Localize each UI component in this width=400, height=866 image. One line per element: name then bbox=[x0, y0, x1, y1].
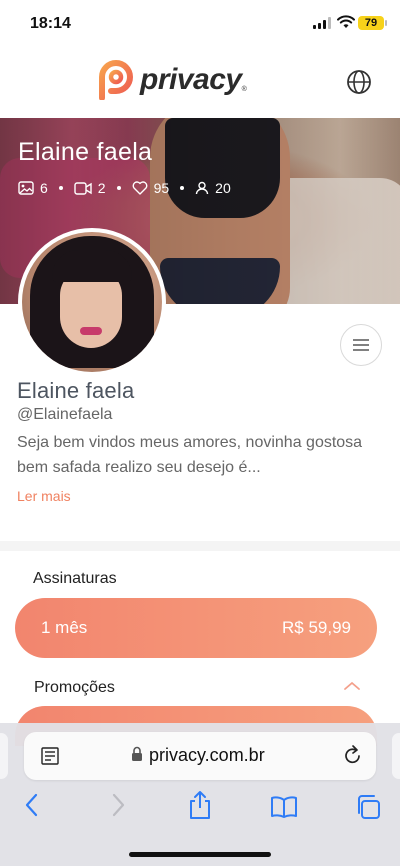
bookmarks-icon[interactable] bbox=[270, 795, 298, 819]
cellular-signal-icon bbox=[313, 17, 331, 29]
forward-icon[interactable] bbox=[108, 792, 128, 818]
stat-photos-count: 6 bbox=[40, 180, 48, 196]
battery-indicator: 79 bbox=[358, 16, 384, 30]
wifi-icon bbox=[337, 15, 355, 28]
back-icon[interactable] bbox=[22, 792, 42, 818]
profile-stats: 6 2 95 20 bbox=[18, 180, 231, 196]
stat-likes: 95 bbox=[132, 180, 170, 196]
home-indicator bbox=[129, 852, 271, 857]
hamburger-menu-icon bbox=[353, 339, 369, 351]
profile-handle: @Elainefaela bbox=[17, 406, 113, 423]
privacy-logo[interactable]: privacy ® bbox=[98, 60, 247, 100]
stat-photos: 6 bbox=[18, 180, 48, 196]
stat-videos: 2 bbox=[74, 180, 106, 196]
stat-videos-count: 2 bbox=[97, 180, 106, 196]
section-divider bbox=[0, 541, 400, 551]
avatar-lips bbox=[80, 327, 102, 335]
previous-tab-peek[interactable] bbox=[0, 733, 8, 779]
stat-separator bbox=[58, 186, 63, 190]
cover-name: Elaine faela bbox=[18, 138, 153, 166]
plan-price: R$ 59,99 bbox=[282, 618, 351, 637]
stat-separator bbox=[180, 186, 185, 190]
next-tab-peek[interactable] bbox=[392, 733, 400, 779]
stat-subscribers: 20 bbox=[195, 180, 231, 196]
stat-likes-count: 95 bbox=[153, 180, 170, 196]
reload-icon[interactable] bbox=[343, 744, 363, 766]
status-bar: 18:14 79 bbox=[0, 0, 400, 48]
tabs-icon[interactable] bbox=[355, 794, 381, 820]
subscription-plan-button[interactable]: 1 mês R$ 59,99 bbox=[15, 598, 377, 658]
stat-subscribers-count: 20 bbox=[215, 180, 231, 196]
lock-icon bbox=[132, 746, 142, 761]
chevron-up-icon[interactable] bbox=[343, 680, 361, 692]
stat-separator bbox=[116, 186, 121, 190]
logo-registered-mark: ® bbox=[241, 85, 247, 93]
privacy-logo-icon bbox=[99, 60, 133, 100]
url-text[interactable]: privacy.com.br bbox=[149, 745, 265, 766]
user-icon bbox=[195, 181, 209, 195]
menu-button[interactable] bbox=[340, 324, 382, 366]
share-icon[interactable] bbox=[187, 790, 213, 820]
logo-text: privacy bbox=[140, 63, 242, 96]
read-more-link[interactable]: Ler mais bbox=[17, 488, 71, 504]
video-icon bbox=[74, 181, 92, 195]
globe-icon[interactable] bbox=[346, 69, 372, 95]
battery-tip bbox=[385, 20, 387, 26]
avatar-image bbox=[22, 232, 162, 372]
subscriptions-title: Assinaturas bbox=[33, 570, 117, 587]
profile-bio: Seja bem vindos meus amores, novinha gos… bbox=[17, 434, 363, 476]
profile-name: Elaine faela bbox=[17, 378, 135, 403]
plan-label: 1 mês bbox=[41, 618, 88, 637]
status-time: 18:14 bbox=[30, 15, 71, 32]
avatar-bangs bbox=[52, 250, 132, 282]
reader-icon[interactable] bbox=[40, 746, 60, 766]
promotions-title: Promoções bbox=[34, 679, 115, 696]
app-header: privacy ® bbox=[0, 48, 400, 118]
heart-icon bbox=[132, 181, 148, 195]
image-icon bbox=[18, 181, 34, 195]
avatar[interactable] bbox=[18, 228, 166, 376]
